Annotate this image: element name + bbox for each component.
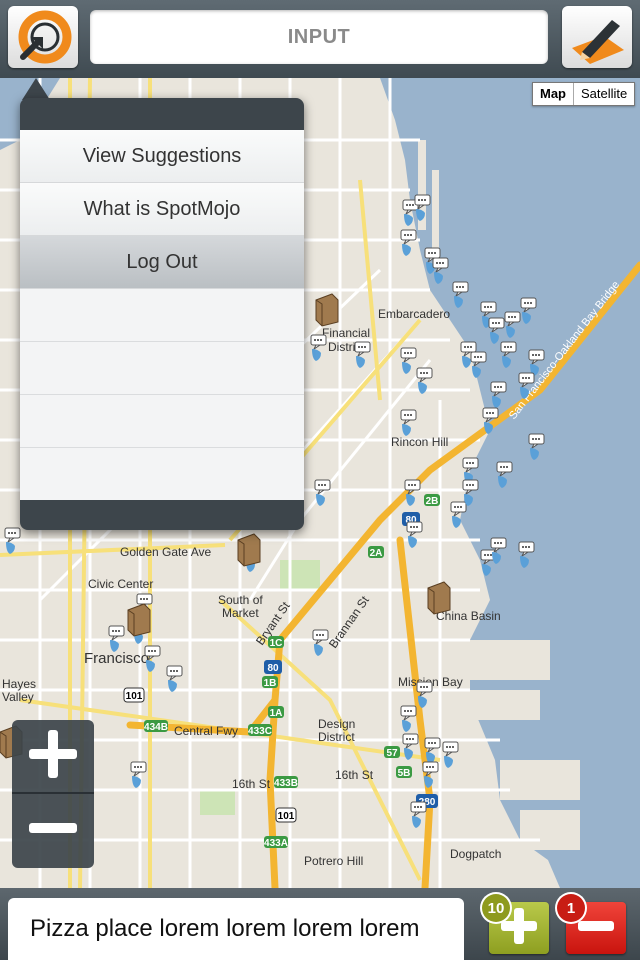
highway-shield: 1A — [268, 706, 284, 719]
svg-text:101: 101 — [126, 691, 143, 702]
map-label: Valley — [2, 690, 34, 704]
map-label: Golden Gate Ave — [120, 545, 212, 559]
highway-shield: 1B — [262, 676, 278, 689]
plus-icon — [27, 728, 79, 785]
map-label: South of — [218, 593, 263, 607]
map-label: District — [318, 730, 355, 744]
zoom-in-button[interactable] — [12, 720, 94, 794]
map-type-toggle: Map Satellite — [532, 82, 636, 106]
svg-text:1C: 1C — [270, 638, 283, 649]
svg-text:2A: 2A — [370, 548, 383, 559]
map-label: Hayes — [2, 677, 36, 691]
highway-shield: 57 — [384, 746, 400, 759]
svg-text:433A: 433A — [264, 838, 288, 849]
selected-spot-field[interactable]: Pizza place lorem lorem lorem lorem — [8, 898, 464, 960]
svg-text:80: 80 — [267, 663, 279, 674]
map-label: Financial — [322, 326, 370, 340]
upvote-count-badge: 10 — [482, 894, 510, 922]
edit-button[interactable] — [562, 6, 632, 68]
map-label: 16th St — [335, 768, 374, 782]
menu-item-what-is-spotmojo[interactable]: What is SpotMojo — [20, 183, 304, 236]
menu-empty-row — [20, 342, 304, 395]
highway-shield: 101 — [275, 807, 297, 823]
menu-empty-row — [20, 448, 304, 500]
pencil-edit-icon — [568, 12, 626, 69]
highway-shield: 434B — [144, 720, 168, 733]
bottom-toolbar: Pizza place lorem lorem lorem lorem — [0, 888, 640, 960]
highway-shield: 2B — [424, 494, 440, 507]
map-label: Dogpatch — [450, 847, 501, 861]
minus-icon — [27, 818, 79, 843]
svg-text:5B: 5B — [398, 768, 411, 779]
dropdown-menu: View Suggestions What is SpotMojo Log Ou… — [20, 98, 304, 530]
map-label: 16th St — [232, 777, 271, 791]
svg-text:1A: 1A — [270, 708, 283, 719]
map-label: Central Fwy — [174, 724, 238, 738]
svg-text:101: 101 — [278, 811, 295, 822]
map-label: Potrero Hill — [304, 854, 363, 868]
svg-text:434B: 434B — [144, 722, 168, 733]
map-type-map-button[interactable]: Map — [533, 83, 574, 105]
menu-list: View Suggestions What is SpotMojo Log Ou… — [20, 130, 304, 500]
menu-empty-row — [20, 395, 304, 448]
highway-shield: 101 — [123, 687, 145, 703]
menu-empty-row — [20, 289, 304, 342]
highway-shield: 433B — [274, 776, 298, 789]
highway-shield: 1C — [268, 636, 284, 649]
spotmojo-logo-icon — [13, 7, 73, 72]
business-marker-icon[interactable] — [315, 293, 339, 327]
highway-shield: 2A — [368, 546, 384, 559]
svg-text:433B: 433B — [274, 778, 298, 789]
svg-text:57: 57 — [386, 748, 398, 759]
highway-shield: 80 — [264, 660, 282, 674]
business-marker-icon[interactable] — [127, 603, 151, 637]
top-toolbar: INPUT — [0, 0, 640, 78]
menu-logo-button[interactable] — [8, 6, 78, 68]
minus-icon — [576, 919, 616, 938]
menu-pointer-arrow — [22, 78, 50, 100]
map-label: Market — [222, 606, 259, 620]
zoom-out-button[interactable] — [12, 794, 94, 866]
zoom-controls — [12, 720, 94, 868]
map-label: Francisco — [84, 650, 149, 667]
map-label: Rincon Hill — [391, 435, 448, 449]
highway-shield: 5B — [396, 766, 412, 779]
downvote-count-badge: 1 — [557, 894, 585, 922]
map-label: Embarcadero — [378, 307, 450, 321]
menu-item-log-out[interactable]: Log Out — [20, 236, 304, 289]
map-label: Design — [318, 717, 355, 731]
svg-text:1B: 1B — [264, 678, 277, 689]
highway-shield: 433C — [248, 724, 272, 737]
business-marker-icon[interactable] — [427, 581, 451, 615]
menu-item-view-suggestions[interactable]: View Suggestions — [20, 130, 304, 183]
business-marker-icon[interactable] — [237, 533, 261, 567]
svg-text:433C: 433C — [248, 726, 272, 737]
input-field[interactable]: INPUT — [90, 10, 548, 64]
svg-text:2B: 2B — [426, 496, 439, 507]
map-label: Civic Center — [88, 577, 153, 591]
highway-shield: 433A — [264, 836, 288, 849]
map-type-satellite-button[interactable]: Satellite — [574, 83, 634, 105]
